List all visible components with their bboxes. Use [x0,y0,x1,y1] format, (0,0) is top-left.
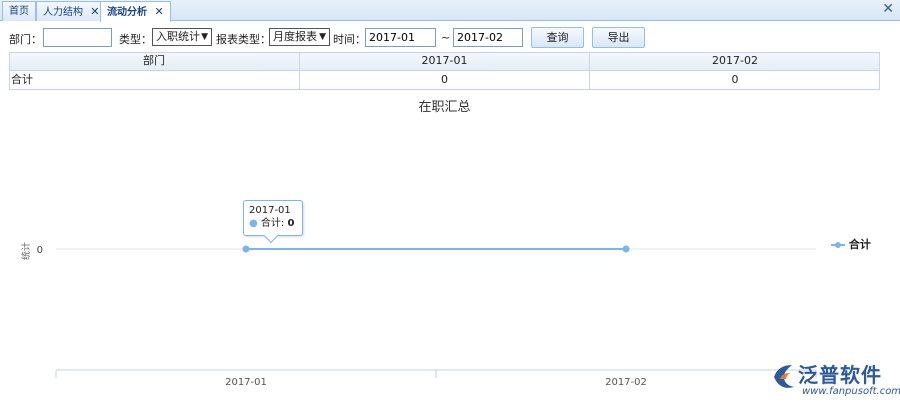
chevron-down-icon: ▼ [201,32,208,42]
y-axis-label: 统计 [20,242,32,260]
logo-url-text: www.fanpusoft.com [802,386,900,397]
legend-label: 合计 [848,238,871,251]
tooltip-category: 2017-01 [249,205,291,216]
close-all-icon[interactable]: ✕ [882,1,894,17]
data-point [622,245,630,253]
type-select[interactable]: 入职统计 ▼ [152,28,212,46]
query-button[interactable]: 查询 [531,27,584,48]
report-type-select[interactable]: 月度报表 ▼ [269,28,330,46]
report-type-label: 报表类型： [216,33,271,46]
tooltip-value-line: ● 合计: 0 [249,218,295,229]
time-separator: ~ [441,31,451,44]
chevron-down-icon: ▼ [319,32,326,42]
table-border [9,52,880,90]
tab-bar: 首页 人力结构 ✕ 流动分析 ✕ ✕ [0,0,900,22]
logo-icon [774,365,794,388]
dept-input[interactable] [43,28,112,47]
filter-toolbar: 部门： 类型： 入职统计 ▼ 报表类型： 月度报表 ▼ 时间： ~ 查询 导出 [0,27,900,49]
time-to-input[interactable] [453,28,523,47]
chart-tooltip: 2017-01 ● 合计: 0 [243,200,303,244]
chart-canvas: 统计 0 2017-01 2017-02 [20,242,817,388]
export-button[interactable]: 导出 [592,27,645,48]
y-tick-label: 0 [37,245,43,256]
data-point [242,245,250,253]
tab-label: 首页 [9,6,29,17]
chart-legend-item[interactable]: 合计 [831,236,871,252]
type-select-value: 入职统计 [156,30,200,43]
type-label: 类型： [119,33,152,46]
report-type-select-value: 月度报表 [273,30,317,43]
time-label: 时间： [333,33,366,46]
tab-label: 人力结构 [43,7,83,18]
tooltip-value: 0 [287,218,295,229]
x-tick-label: 2017-02 [605,377,647,388]
logo-brand-text: 泛普软件 [798,363,882,387]
x-tick-label: 2017-01 [225,377,267,388]
tab-label: 流动分析 [107,7,147,18]
brand-logo: 泛普软件 www.fanpusoft.com [770,357,900,403]
tooltip-dot-icon: ● [249,218,258,229]
tab-home[interactable]: 首页 [2,1,36,21]
legend-marker-icon [831,242,845,248]
tooltip-series: 合计 [260,218,281,229]
close-icon[interactable]: ✕ [154,5,163,18]
time-from-input[interactable] [365,28,436,47]
close-icon[interactable]: ✕ [90,5,99,18]
dept-label: 部门： [9,33,42,46]
line-chart: 在职汇总 统计 0 2017-01 2017-02 2017-01 ● 合计: 0 合… [9,92,880,402]
tab-hr-structure[interactable]: 人力结构 ✕ [36,1,107,21]
tab-flow-analysis[interactable]: 流动分析 ✕ [100,1,171,22]
